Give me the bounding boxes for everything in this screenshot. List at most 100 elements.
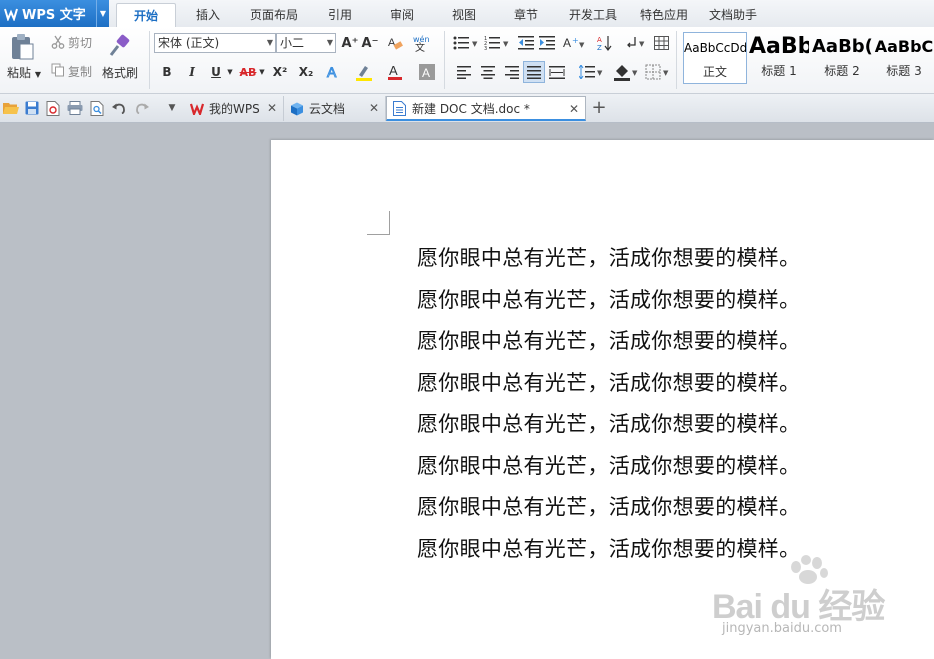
baidu-watermark: Bai du 经验 jingyan.baidu.com <box>712 555 912 650</box>
quick-access-bar: ▼ 我的WPS ✕ 云文档 ✕ 新建 DOC 文档.doc * ✕ + <box>0 94 934 123</box>
align-center-icon[interactable] <box>480 64 496 80</box>
chevron-down-icon: ▼ <box>266 38 273 47</box>
paragraph[interactable]: 愿你眼中总有光芒，活成你想要的模样。 <box>417 446 800 488</box>
tab-doc-assistant[interactable]: 文档助手 <box>702 0 764 27</box>
borders-icon[interactable]: ▼ <box>644 62 672 82</box>
clear-format-icon[interactable]: A <box>386 35 404 51</box>
document-body[interactable]: 愿你眼中总有光芒，活成你想要的模样。 愿你眼中总有光芒，活成你想要的模样。 愿你… <box>417 238 800 570</box>
line-spacing-icon[interactable]: ▼ <box>578 64 604 80</box>
table-icon[interactable] <box>652 34 670 52</box>
grow-font-button[interactable]: A⁺ <box>341 35 359 51</box>
italic-button[interactable]: I <box>183 63 201 81</box>
style-normal[interactable]: AaBbCcDd 正文 <box>683 32 747 84</box>
format-painter-icon[interactable] <box>107 33 133 59</box>
text-effect-icon[interactable]: A <box>324 63 342 81</box>
numbered-list-icon[interactable]: 1 2 3 ▼ <box>483 35 511 51</box>
paste-button[interactable]: 粘贴 ▼ <box>7 64 41 81</box>
paragraph[interactable]: 愿你眼中总有光芒，活成你想要的模样。 <box>417 238 800 280</box>
paragraph[interactable]: 愿你眼中总有光芒，活成你想要的模样。 <box>417 487 800 529</box>
close-icon[interactable]: ✕ <box>267 101 277 115</box>
tab-references[interactable]: 引用 <box>316 0 364 27</box>
doc-icon <box>393 100 409 116</box>
tab-features[interactable]: 特色应用 <box>634 0 694 27</box>
doctab-my-wps[interactable]: 我的WPS ✕ <box>184 96 284 121</box>
tab-developer[interactable]: 开发工具 <box>562 0 624 27</box>
tab-chapter[interactable]: 章节 <box>502 0 550 27</box>
close-icon[interactable]: ✕ <box>369 101 379 115</box>
font-name-select[interactable]: 宋体 (正文) ▼ <box>154 33 276 53</box>
decrease-indent-icon[interactable] <box>517 35 535 51</box>
customize-toolbar-chevron-icon[interactable]: ▼ <box>164 100 180 116</box>
style-heading-3[interactable]: AaBbC 标题 3 <box>874 32 934 84</box>
shrink-font-button[interactable]: A⁻ <box>361 35 379 51</box>
paragraph[interactable]: 愿你眼中总有光芒，活成你想要的模样。 <box>417 321 800 363</box>
tab-home[interactable]: 开始 <box>116 3 176 29</box>
svg-text:A: A <box>389 63 398 78</box>
format-painter-button[interactable]: 格式刷 <box>102 64 138 81</box>
copy-icon[interactable] <box>50 62 66 78</box>
svg-text:▼: ▼ <box>472 40 478 48</box>
doctab-cloud-docs[interactable]: 云文档 ✕ <box>284 96 386 121</box>
svg-text:文: 文 <box>415 41 425 52</box>
chevron-down-icon[interactable]: ▼ <box>226 67 234 77</box>
paragraph[interactable]: 愿你眼中总有光芒，活成你想要的模样。 <box>417 363 800 405</box>
style-heading-1[interactable]: AaBb 标题 1 <box>749 32 809 84</box>
print-preview-icon[interactable] <box>89 100 105 116</box>
chevron-down-icon[interactable]: ▼ <box>258 67 266 77</box>
svg-text:A: A <box>597 36 602 44</box>
bold-button[interactable]: B <box>158 63 176 81</box>
divider <box>676 31 677 89</box>
paste-icon[interactable] <box>8 33 36 61</box>
show-hide-marks-icon[interactable]: ▼ <box>624 34 648 52</box>
svg-text:▼: ▼ <box>503 40 509 48</box>
shading-icon[interactable]: ▼ <box>612 62 640 82</box>
underline-button[interactable]: U <box>207 63 225 81</box>
copy-button[interactable]: 复制 <box>68 63 92 80</box>
doctab-label: 我的WPS <box>209 102 260 116</box>
new-tab-plus-icon[interactable]: + <box>591 97 607 118</box>
open-folder-icon[interactable] <box>3 100 19 116</box>
cut-icon[interactable] <box>50 34 66 50</box>
superscript-button[interactable]: X² <box>270 63 290 81</box>
cloud-cube-icon <box>290 102 306 116</box>
align-right-icon[interactable] <box>504 64 520 80</box>
tab-review[interactable]: 审阅 <box>378 0 426 27</box>
svg-text:3: 3 <box>484 46 487 50</box>
justify-icon[interactable] <box>523 61 545 83</box>
save-icon[interactable] <box>24 100 40 116</box>
align-left-icon[interactable] <box>456 64 472 80</box>
chevron-down-icon: ▼ <box>326 38 333 47</box>
cut-button[interactable]: 剪切 <box>68 34 92 51</box>
char-shading-icon[interactable]: A <box>418 63 436 81</box>
ribbon-home: 粘贴 ▼ 剪切 复制 格式刷 宋体 (正文) ▼ 小二 ▼ A⁺ A⁻ A wén 文… <box>0 27 934 94</box>
style-heading-2[interactable]: AaBb( 标题 2 <box>812 32 872 84</box>
paragraph[interactable]: 愿你眼中总有光芒，活成你想要的模样。 <box>417 280 800 322</box>
close-icon[interactable]: ✕ <box>569 102 579 116</box>
tab-page-layout[interactable]: 页面布局 <box>244 0 304 27</box>
svg-text:▼: ▼ <box>597 69 603 77</box>
tab-view[interactable]: 视图 <box>440 0 488 27</box>
redo-icon[interactable] <box>134 100 150 116</box>
app-menu-dropdown-icon[interactable]: ▼ <box>96 0 109 27</box>
svg-text:Z: Z <box>597 44 602 51</box>
phonetic-guide-icon[interactable]: wén 文 <box>412 33 438 53</box>
paragraph[interactable]: 愿你眼中总有光芒，活成你想要的模样。 <box>417 404 800 446</box>
font-size-select[interactable]: 小二 ▼ <box>276 33 336 53</box>
text-direction-icon[interactable]: A + ▼ <box>562 34 588 52</box>
app-menu-button[interactable]: WPS 文字 <box>0 0 96 27</box>
sort-icon[interactable]: AZ <box>596 34 614 52</box>
highlight-icon[interactable] <box>354 63 374 81</box>
subscript-button[interactable]: X₂ <box>296 63 316 81</box>
doctab-new-doc[interactable]: 新建 DOC 文档.doc * ✕ <box>386 96 586 121</box>
undo-icon[interactable] <box>111 100 127 116</box>
print-icon[interactable] <box>67 100 83 116</box>
bullet-list-icon[interactable]: ▼ <box>452 35 480 51</box>
export-pdf-icon[interactable] <box>45 100 61 116</box>
svg-text:+: + <box>572 36 579 45</box>
watermark-url: jingyan.baidu.com <box>722 621 842 636</box>
font-color-icon[interactable]: A <box>386 63 404 81</box>
distribute-icon[interactable] <box>548 64 566 80</box>
strikethrough-button[interactable]: AB <box>238 63 258 81</box>
increase-indent-icon[interactable] <box>538 35 556 51</box>
tab-insert[interactable]: 插入 <box>182 0 234 27</box>
